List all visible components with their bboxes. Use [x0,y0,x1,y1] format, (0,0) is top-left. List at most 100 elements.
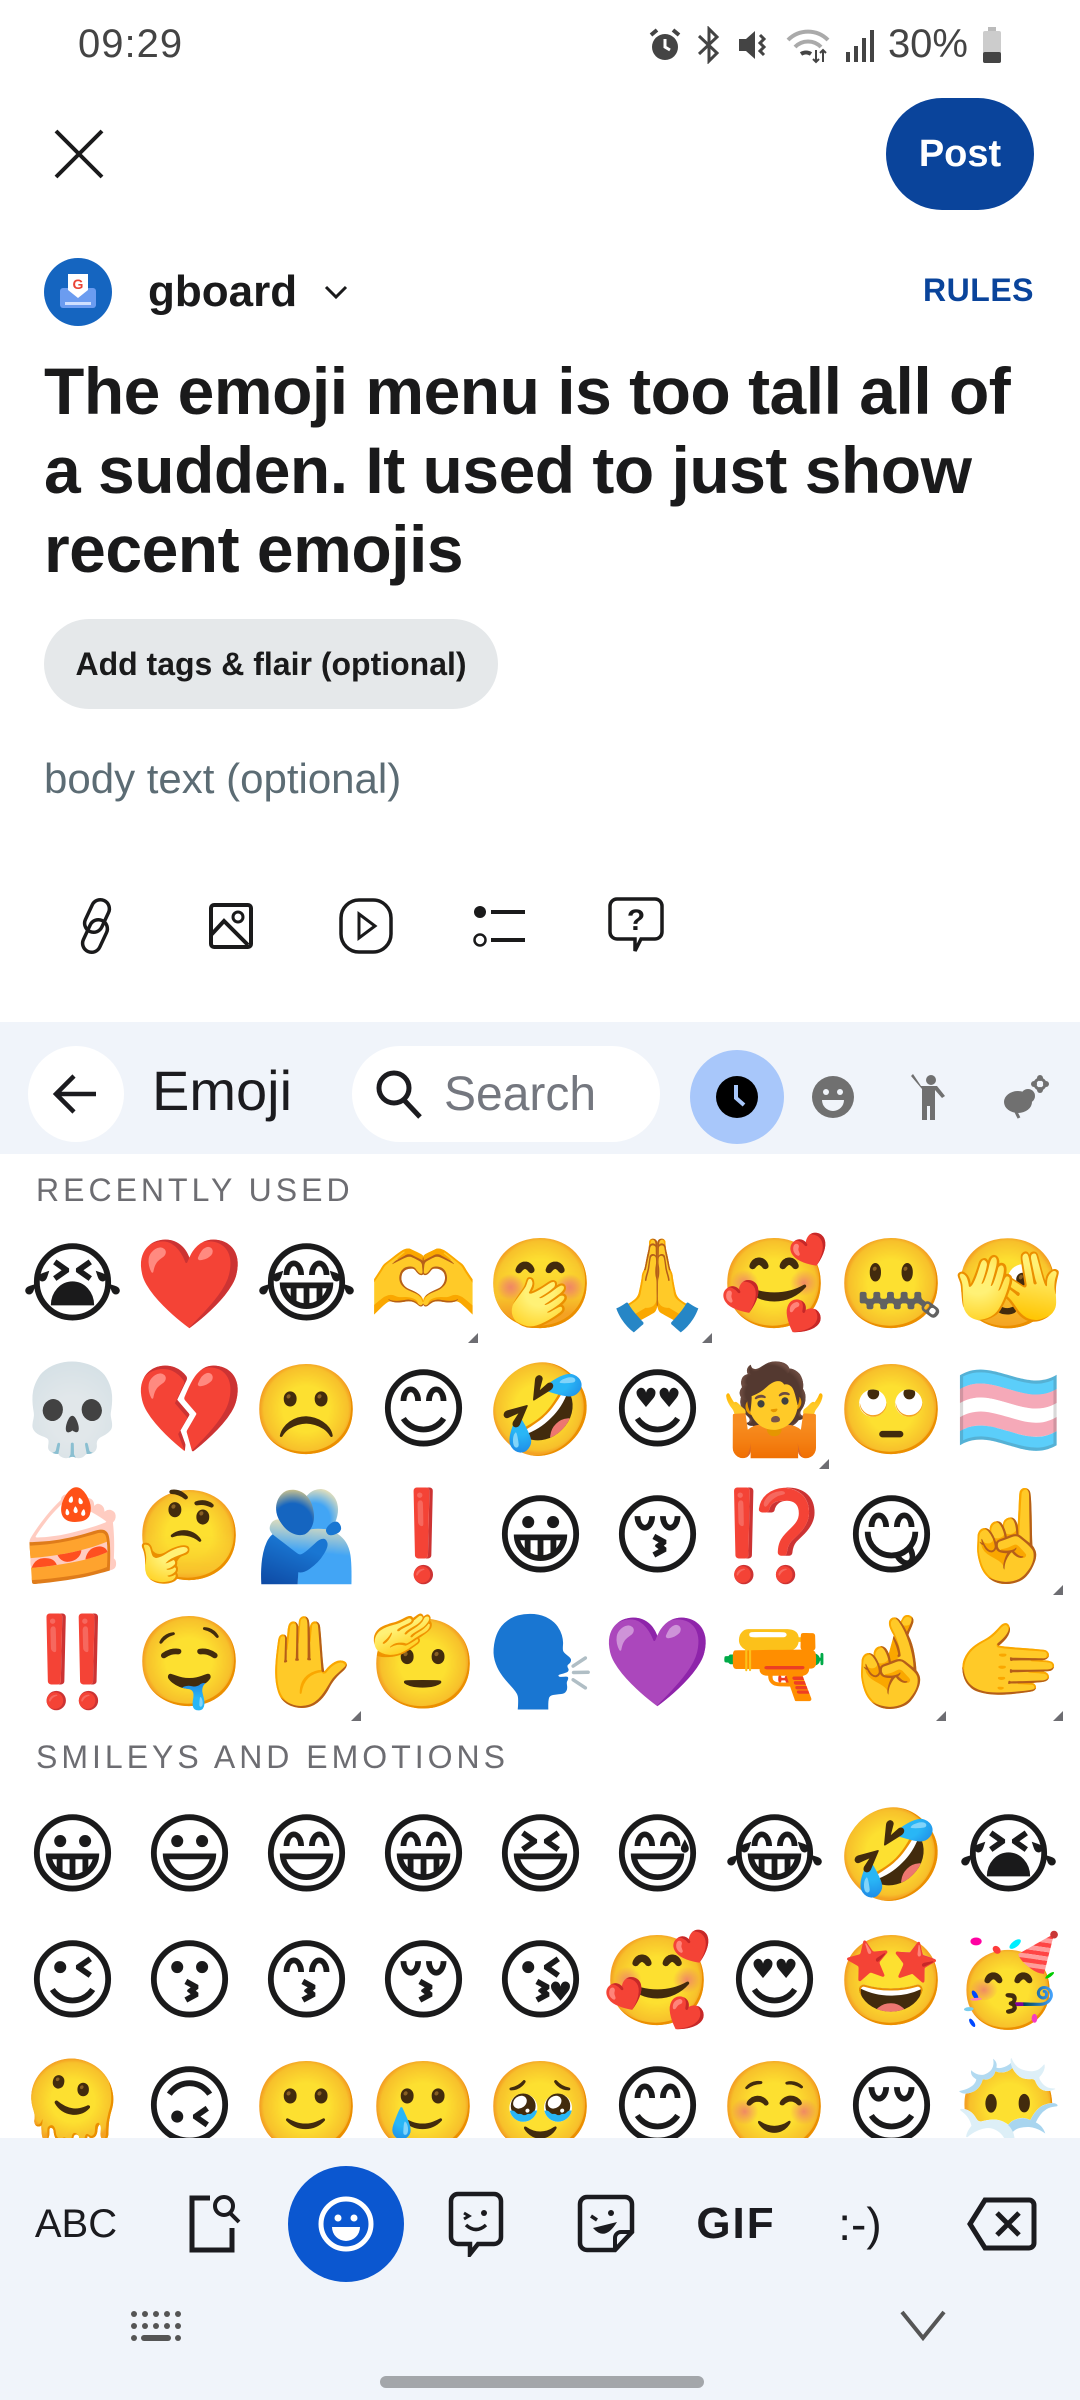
emoji-key[interactable]: 🙂 [248,2044,365,2138]
emoji-key[interactable]: 😁 [365,1792,482,1918]
image-button[interactable] [200,890,262,962]
search-content-tab[interactable] [178,2166,254,2282]
emoji-key[interactable]: ❤️ [131,1221,248,1347]
gif-tab[interactable]: GIF [694,2166,778,2282]
emoji-key[interactable]: 🤣 [833,1792,950,1918]
emoji-key[interactable]: 😶‍🌫️ [950,2044,1067,2138]
emoji-key[interactable]: 🥹 [482,2044,599,2138]
emoji-key[interactable]: ✋ [248,1599,365,1725]
community-avatar: G [44,258,112,326]
emoji-key[interactable]: 🥰 [716,1221,833,1347]
emoticons-tab[interactable]: :-) [822,2166,898,2282]
emoji-key[interactable]: 😚 [599,1473,716,1599]
body-text-input[interactable] [44,755,1034,803]
emoji-key[interactable]: 🤔 [131,1473,248,1599]
emoji-key[interactable]: 🥰 [599,1918,716,2044]
switch-keyboard-button[interactable] [128,2308,184,2353]
emoji-key[interactable]: ☹️ [248,1347,365,1473]
emoji-key[interactable]: 🤤 [131,1599,248,1725]
emoji-key[interactable]: 🏳️‍⚧️ [950,1347,1067,1473]
rules-link[interactable]: RULES [923,272,1034,309]
emoji-key[interactable]: 😃 [131,1792,248,1918]
emoji-key[interactable]: 😌 [833,2044,950,2138]
status-time: 09:29 [78,22,184,66]
emoji-key[interactable]: 🫱 [950,1599,1067,1725]
emoji-key[interactable]: 😊 [365,1347,482,1473]
emoji-key[interactable]: 🙏 [599,1221,716,1347]
emoji-key[interactable]: 😋 [833,1473,950,1599]
emoji-key[interactable]: 😘 [482,1918,599,2044]
emoji-key[interactable]: 😀 [14,1792,131,1918]
emoji-key[interactable]: 💀 [14,1347,131,1473]
emoji-key[interactable]: 😊 [599,2044,716,2138]
signal-icon [844,28,874,62]
emoji-key[interactable]: 😂 [716,1792,833,1918]
emoji-key[interactable]: 😉 [14,1918,131,2044]
back-button[interactable] [28,1046,124,1142]
emoji-key[interactable]: 😅 [599,1792,716,1918]
category-smileys[interactable] [786,1050,880,1144]
emoji-key[interactable]: ☝️ [950,1473,1067,1599]
emoji-key[interactable]: 🤩 [833,1918,950,2044]
alarm-icon [648,27,682,63]
emoji-key[interactable]: 😙 [248,1918,365,2044]
emoji-key[interactable]: 😍 [716,1918,833,2044]
emoji-key[interactable]: 😂 [248,1221,365,1347]
emoji-key[interactable]: 🍰 [14,1473,131,1599]
emoji-key[interactable]: 😚 [365,1918,482,2044]
community-selector[interactable]: G gboard [44,258,349,326]
emoji-key[interactable]: 😀 [482,1473,599,1599]
emoji-key[interactable]: 🤐 [833,1221,950,1347]
emoji-key[interactable]: 🙃 [131,2044,248,2138]
status-icons: 30% [648,22,1002,67]
emoji-key[interactable]: 🫂 [248,1473,365,1599]
emoji-key[interactable]: 🗣️ [482,1599,599,1725]
emoji-key[interactable]: 🤞 [833,1599,950,1725]
emoji-key[interactable]: 🙄 [833,1347,950,1473]
emoji-key[interactable]: ⁉️ [716,1473,833,1599]
emoji-key[interactable]: 😄 [248,1792,365,1918]
link-button[interactable] [65,890,127,962]
emoji-key[interactable]: 😭 [950,1792,1067,1918]
emoji-key[interactable]: 🥳 [950,1918,1067,2044]
emoji-key[interactable]: 🤭 [482,1221,599,1347]
emoji-key[interactable]: 🤣 [482,1347,599,1473]
emoji-kitchen-tab[interactable] [438,2166,514,2282]
emoji-key[interactable]: 🔫 [716,1599,833,1725]
emoji-key[interactable]: 🫣 [950,1221,1067,1347]
gesture-handle[interactable] [380,2376,704,2388]
emoji-key[interactable]: 🫡 [365,1599,482,1725]
emoji-key[interactable]: 💔 [131,1347,248,1473]
backspace-key[interactable] [962,2166,1042,2282]
emoji-key[interactable]: 😭 [14,1221,131,1347]
emoji-key[interactable]: ❗ [365,1473,482,1599]
stickers-tab[interactable] [568,2166,644,2282]
emoji-key[interactable]: 😗 [131,1918,248,2044]
emoji-key[interactable]: 😍 [599,1347,716,1473]
emoji-key[interactable]: 🤷 [716,1347,833,1473]
add-tags-flair-button[interactable]: Add tags & flair (optional) [44,619,498,709]
emoji-key[interactable]: 😆 [482,1792,599,1918]
close-button[interactable] [50,125,108,183]
emoji-key[interactable]: ☺️ [716,2044,833,2138]
image-icon [209,903,253,949]
emoji-key[interactable]: ‼️ [14,1599,131,1725]
category-recent[interactable] [690,1050,784,1144]
hide-keyboard-button[interactable] [898,2308,948,2347]
category-animals-nature[interactable] [978,1050,1072,1144]
video-button[interactable] [335,890,397,962]
poll-button[interactable] [470,890,532,962]
emoji-key[interactable]: 🥲 [365,2044,482,2138]
abc-tab[interactable]: ABC [28,2166,124,2282]
emoji-search-field[interactable] [352,1046,660,1142]
post-button[interactable]: Post [886,98,1034,210]
emoji-key[interactable]: 🫶 [365,1221,482,1347]
ask-question-button[interactable]: ? [605,890,667,962]
category-people[interactable] [882,1050,976,1144]
emoji-key[interactable]: 💜 [599,1599,716,1725]
emoji-search-input[interactable] [444,1066,624,1122]
post-title-input[interactable]: The emoji menu is too tall all of a sudd… [44,352,1044,589]
emoji-key[interactable]: 🫠 [14,2044,131,2138]
emoji-tab[interactable] [288,2166,404,2282]
emoji-scroll-area[interactable]: RECENTLY USED 😭 ❤️ 😂 🫶 🤭 🙏 🥰 🤐 🫣 💀 💔 ☹️ 😊 🤣 😍 🤷 🙄 🏳️‍⚧️ 🍰 🤔… [0,1154,1080,2138]
